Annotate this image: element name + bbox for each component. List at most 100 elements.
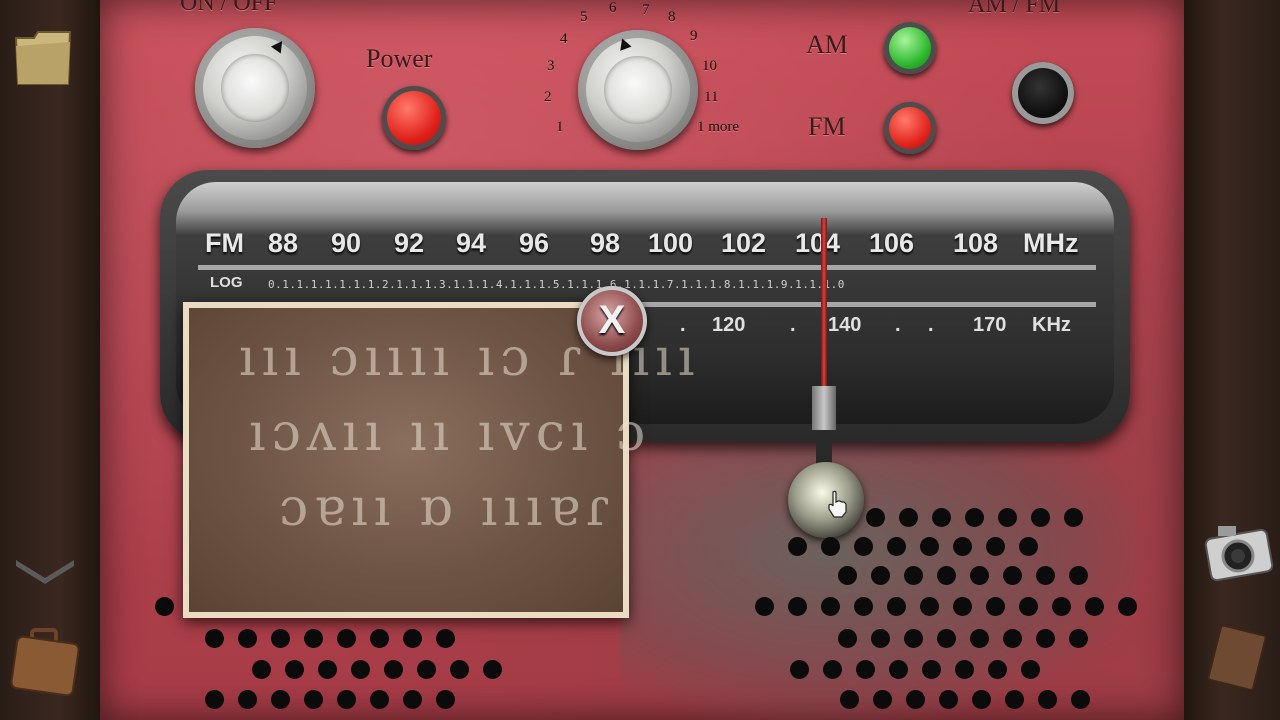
speaker-hole xyxy=(790,660,809,679)
speaker-hole xyxy=(1031,508,1050,527)
speaker-hole xyxy=(955,660,974,679)
speaker-hole xyxy=(972,690,991,709)
speaker-hole xyxy=(1064,508,1083,527)
speaker-hole xyxy=(821,597,840,616)
fm-label: FM xyxy=(808,112,846,141)
selector-number: 10 xyxy=(702,58,717,74)
fm-scale-value: 104 xyxy=(795,228,841,258)
fm-scale-value: 100 xyxy=(648,228,694,258)
selector-number: 1 xyxy=(556,119,564,135)
band-selector-knob[interactable] xyxy=(578,30,698,150)
selector-number: 11 xyxy=(704,89,719,105)
knob-pointer-icon xyxy=(616,36,632,51)
speaker-hole xyxy=(920,597,939,616)
selector-number: 8 xyxy=(668,9,676,25)
speaker-hole xyxy=(450,660,469,679)
khz-separator: . xyxy=(895,314,901,336)
briefcase-icon[interactable] xyxy=(10,626,80,698)
speaker-hole xyxy=(1069,629,1088,648)
on-off-knob[interactable] xyxy=(195,28,315,148)
speaker-hole xyxy=(887,597,906,616)
speaker-hole xyxy=(937,629,956,648)
selector-number: 3 xyxy=(547,58,555,74)
speaker-hole xyxy=(337,690,356,709)
speaker-hole xyxy=(1085,597,1104,616)
speaker-hole xyxy=(285,660,304,679)
speaker-hole xyxy=(1019,597,1038,616)
speaker-hole xyxy=(889,660,908,679)
speaker-hole xyxy=(1071,690,1090,709)
folder-icon[interactable] xyxy=(12,28,74,88)
camera-icon[interactable] xyxy=(1204,520,1274,582)
speaker-hole xyxy=(871,566,890,585)
faded-writing: ıɔʌıı ıı ıvcı ɔ xyxy=(249,403,652,463)
speaker-hole xyxy=(932,508,951,527)
fm-scale-value: 92 xyxy=(394,228,425,258)
fm-scale: FM 88 90 92 94 96 98 100 102 104 106 108… xyxy=(205,228,1105,264)
speaker-hole xyxy=(856,660,875,679)
fm-scale-value: 96 xyxy=(519,228,550,258)
fm-scale-value: 98 xyxy=(590,228,621,258)
speaker-hole xyxy=(436,629,455,648)
needle-base xyxy=(812,386,836,430)
speaker-hole xyxy=(384,660,403,679)
khz-scale-unit: KHz xyxy=(1032,314,1071,336)
selector-number: 2 xyxy=(544,89,552,105)
speaker-hole xyxy=(1036,566,1055,585)
speaker-hole xyxy=(271,629,290,648)
power-label: Power xyxy=(366,44,433,73)
speaker-hole xyxy=(937,566,956,585)
speaker-hole xyxy=(238,690,257,709)
tuning-needle xyxy=(821,218,827,388)
faded-writing: ɔɐıı ɒ ıııɐɾ xyxy=(279,478,616,538)
speaker-hole xyxy=(1005,690,1024,709)
left-hud-bar xyxy=(0,0,100,720)
fm-scale-value: 108 xyxy=(953,228,999,258)
speaker-hole xyxy=(965,508,984,527)
speaker-hole xyxy=(417,660,436,679)
speaker-hole xyxy=(1021,660,1040,679)
am-button[interactable] xyxy=(884,22,936,74)
speaker-hole xyxy=(755,597,774,616)
speaker-hole xyxy=(871,629,890,648)
speaker-hole xyxy=(1118,597,1137,616)
am-fm-jack[interactable] xyxy=(1012,62,1074,124)
selector-number: 6 xyxy=(609,0,617,16)
journal-icon[interactable] xyxy=(1206,626,1270,690)
speaker-hole xyxy=(436,690,455,709)
note-paper: ııı ɔıııı ıɔ ɾ ıııı ıɔʌıı ıı ıvcı ɔ ɔɐıı… xyxy=(189,308,694,612)
speaker-hole xyxy=(271,690,290,709)
speaker-hole xyxy=(1038,690,1057,709)
speaker-hole xyxy=(986,537,1005,556)
fm-button[interactable] xyxy=(884,102,936,154)
power-button[interactable] xyxy=(382,86,446,150)
fm-scale-value: 88 xyxy=(268,228,299,258)
chevron-down-icon[interactable] xyxy=(14,556,76,584)
speaker-hole xyxy=(920,537,939,556)
khz-separator: . xyxy=(928,314,934,336)
speaker-hole xyxy=(155,597,174,616)
khz-separator: . xyxy=(790,314,796,336)
speaker-hole xyxy=(252,660,271,679)
close-note-button[interactable]: X xyxy=(577,286,647,356)
hand-cursor-icon xyxy=(828,490,847,518)
speaker-hole xyxy=(318,660,337,679)
speaker-hole xyxy=(840,690,859,709)
speaker-hole xyxy=(873,690,892,709)
speaker-hole xyxy=(238,629,257,648)
khz-scale-value: 120 xyxy=(712,314,746,336)
speaker-hole xyxy=(1036,629,1055,648)
fm-scale-unit: MHz xyxy=(1023,228,1079,258)
fm-scale-label: FM xyxy=(205,228,244,258)
speaker-hole xyxy=(483,660,502,679)
speaker-hole xyxy=(821,537,840,556)
speaker-hole xyxy=(939,690,958,709)
right-hud-bar xyxy=(1184,0,1280,720)
speaker-hole xyxy=(823,660,842,679)
log-ticks: 0.1.1.1.1.1.1.1.2.1.1.1.3.1.1.1.4.1.1.1.… xyxy=(268,278,845,291)
speaker-hole xyxy=(788,597,807,616)
am-fm-label: AM / FM xyxy=(968,0,1061,18)
speaker-hole xyxy=(922,660,941,679)
speaker-hole xyxy=(1069,566,1088,585)
speaker-hole xyxy=(304,629,323,648)
